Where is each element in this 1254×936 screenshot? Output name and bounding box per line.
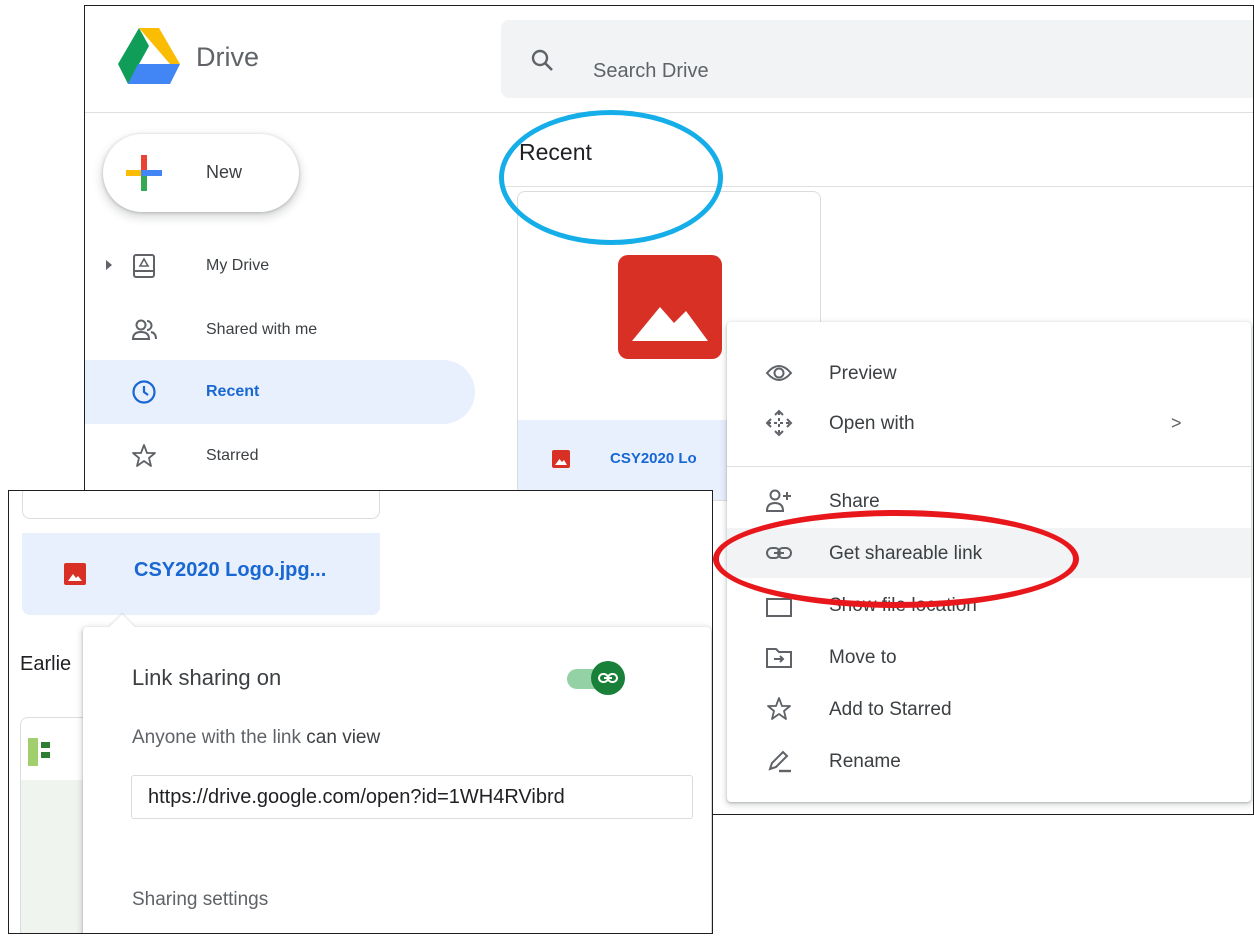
sharing-settings-link[interactable]: Sharing settings <box>132 889 268 911</box>
pencil-icon <box>768 750 791 773</box>
people-icon <box>131 319 157 340</box>
star-icon <box>132 444 156 467</box>
sidebar-item-starred[interactable]: Starred <box>85 424 475 488</box>
menu-item-label: Get shareable link <box>829 543 983 564</box>
toggle-knob[interactable] <box>591 661 625 695</box>
sidebar-item-label: Shared with me <box>206 321 318 338</box>
access-scope: Anyone with the link <box>132 727 301 748</box>
logo-mark-icon <box>28 738 50 766</box>
drive-logo-icon <box>118 28 180 84</box>
image-file-icon <box>64 563 86 585</box>
menu-item-label: Move to <box>829 647 897 668</box>
link-sharing-status: Link sharing on <box>132 665 282 690</box>
folder-icon <box>766 598 792 617</box>
move-arrows-icon <box>765 409 793 437</box>
link-icon <box>766 547 792 559</box>
context-menu: Preview Open with > Share Get shareable … <box>727 322 1251 802</box>
access-role[interactable]: can view <box>306 727 380 748</box>
menu-item-label: Preview <box>829 363 897 384</box>
link-sharing-screenshot: CSY2020 Logo.jpg... Earlie Link sharing … <box>8 490 713 934</box>
menu-item-open-with[interactable]: Open with > <box>727 398 1251 448</box>
search-bar[interactable]: Search Drive <box>501 20 1253 98</box>
access-description: Anyone with the link can view <box>132 727 380 749</box>
menu-item-preview[interactable]: Preview <box>727 348 1251 398</box>
search-icon[interactable] <box>531 49 553 71</box>
eye-icon <box>765 365 793 381</box>
file-name: CSY2020 Lo <box>610 450 697 467</box>
file-card-edge <box>22 491 380 519</box>
plus-icon <box>126 155 162 191</box>
menu-item-add-to-starred[interactable]: Add to Starred <box>727 684 1251 734</box>
sidebar-item-my-drive[interactable]: My Drive <box>85 234 475 298</box>
clock-icon <box>132 380 156 404</box>
sidebar-item-label: Starred <box>206 447 259 464</box>
search-input[interactable]: Search Drive <box>593 60 709 83</box>
menu-item-label: Share <box>829 491 880 512</box>
sidebar-item-label: My Drive <box>206 257 270 274</box>
shareable-link-field[interactable] <box>131 775 693 819</box>
menu-item-label: Show file location <box>829 595 977 616</box>
new-button-label: New <box>206 162 243 182</box>
expand-caret-icon[interactable] <box>106 260 112 270</box>
menu-item-get-shareable-link[interactable]: Get shareable link <box>727 528 1251 578</box>
page-title: Recent <box>519 139 592 165</box>
sidebar-item-shared-with-me[interactable]: Shared with me <box>85 298 475 362</box>
star-icon <box>767 697 791 720</box>
section-heading: Earlie <box>20 653 72 675</box>
menu-item-label: Open with <box>829 413 915 434</box>
new-button[interactable]: New <box>103 134 299 212</box>
menu-item-label: Rename <box>829 751 901 772</box>
add-person-icon <box>765 489 791 512</box>
app-name: Drive <box>196 42 260 72</box>
menu-divider <box>727 466 1251 467</box>
link-sharing-toggle[interactable] <box>567 661 627 695</box>
drive-icon <box>133 254 155 278</box>
title-divider <box>501 186 1253 187</box>
file-name: CSY2020 Logo.jpg... <box>134 559 327 581</box>
image-file-icon <box>618 255 722 359</box>
menu-item-rename[interactable]: Rename <box>727 736 1251 786</box>
header-divider <box>85 112 1253 113</box>
menu-item-label: Add to Starred <box>829 699 952 720</box>
sidebar-item-recent[interactable]: Recent <box>85 360 475 424</box>
link-icon <box>598 673 618 683</box>
file-card-footer[interactable]: CSY2020 Logo.jpg... <box>22 533 380 615</box>
composite-screenshot: Drive Search Drive New My Drive Shared w… <box>0 0 1254 936</box>
menu-item-share[interactable]: Share <box>727 476 1251 526</box>
panel-pointer <box>109 614 135 640</box>
sidebar-item-label: Recent <box>206 383 260 400</box>
chevron-right-icon: > <box>1171 413 1182 433</box>
menu-item-show-file-location[interactable]: Show file location <box>727 580 1251 630</box>
link-sharing-panel: Link sharing on Anyone with the link can… <box>83 614 711 933</box>
image-file-icon <box>552 450 570 468</box>
menu-item-move-to[interactable]: Move to <box>727 632 1251 682</box>
move-to-folder-icon <box>766 648 792 668</box>
